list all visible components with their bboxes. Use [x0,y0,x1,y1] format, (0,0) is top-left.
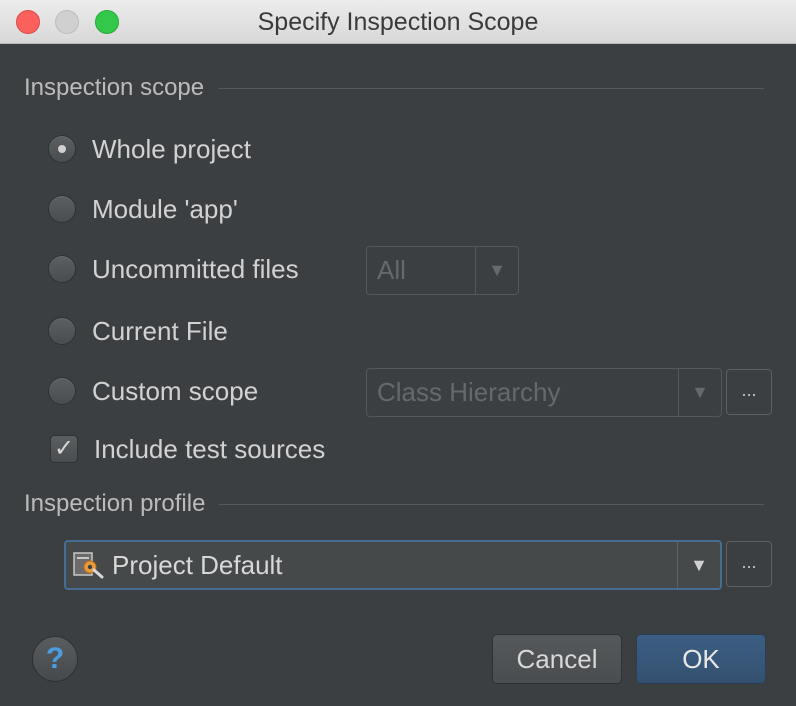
window-title: Specify Inspection Scope [257,8,539,36]
radio-custom-scope[interactable] [48,377,76,405]
inspection-profile-header: Inspection profile [24,490,764,518]
inspection-profile-browse-button[interactable]: ... [726,541,772,587]
inspection-scope-header-label: Inspection scope [24,74,205,101]
uncommitted-files-combo[interactable]: All ▼ [366,246,519,295]
scope-option-label: Whole project [92,133,251,164]
chevron-down-icon[interactable]: ▼ [678,369,721,416]
title-bar: Specify Inspection Scope [0,0,796,44]
scope-option-custom-scope[interactable]: Custom scope [48,375,258,407]
radio-module-app[interactable] [48,195,76,223]
scope-option-current-file[interactable]: Current File [48,315,228,347]
scope-option-whole-project[interactable]: Whole project [48,133,251,165]
scope-option-module-app[interactable]: Module 'app' [48,193,238,225]
scope-option-label: Module 'app' [92,193,238,224]
inspection-scope-header: Inspection scope [24,74,764,102]
scope-option-label: Custom scope [92,375,259,406]
ok-button[interactable]: OK [636,634,766,684]
scope-option-uncommitted-files[interactable]: Uncommitted files [48,253,299,285]
radio-whole-project[interactable] [48,135,76,163]
custom-scope-combo[interactable]: Class Hierarchy ▼ [366,368,722,417]
inspection-profile-divider [219,503,764,505]
uncommitted-files-combo-value: All [377,255,406,285]
custom-scope-browse-button[interactable]: ... [726,369,772,415]
include-test-sources-label: Include test sources [94,433,326,464]
radio-current-file[interactable] [48,317,76,345]
dialog-window: Specify Inspection Scope Inspection scop… [0,0,796,706]
scope-option-label: Current File [92,315,228,346]
inspection-scope-divider [218,87,764,89]
include-test-sources-option[interactable]: ✓ Include test sources [50,433,325,465]
radio-uncommitted-files[interactable] [48,255,76,283]
inspection-profile-combo-value: Project Default [66,550,677,581]
scope-option-label: Uncommitted files [92,253,299,284]
inspection-profile-combo[interactable]: Project Default ▼ [64,540,722,590]
inspection-profile-icon [73,552,104,579]
inspection-profile-header-label: Inspection profile [24,490,206,517]
cancel-button[interactable]: Cancel [492,634,622,684]
inspection-profile-name: Project Default [112,549,283,580]
help-button[interactable]: ? [32,636,78,682]
chevron-down-icon[interactable]: ▼ [677,542,720,588]
custom-scope-combo-value: Class Hierarchy [377,377,561,407]
chevron-down-icon[interactable]: ▼ [475,247,518,294]
include-test-sources-checkbox[interactable]: ✓ [50,435,78,463]
